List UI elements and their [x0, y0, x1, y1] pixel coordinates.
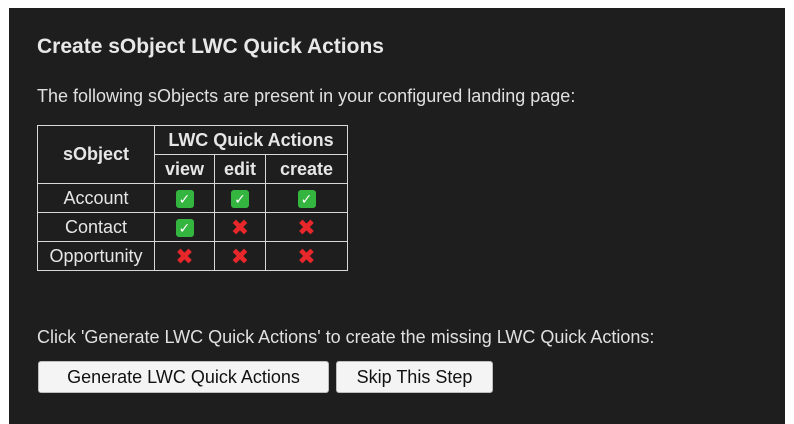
red-cross-icon: ✖ [230, 214, 250, 240]
red-cross-icon: ✖ [297, 243, 316, 269]
status-cell: ✖ [265, 212, 348, 242]
green-checkmark-icon: ✓ [175, 218, 194, 237]
green-checkmark-icon: ✓ [231, 189, 249, 208]
create-header: create [265, 154, 348, 184]
lwc-quick-actions-header: LWC Quick Actions [154, 125, 348, 155]
status-cell: ✖ [214, 241, 266, 271]
green-checkmark-icon: ✓ [175, 189, 194, 208]
page-title: Create sObject LWC Quick Actions [37, 35, 384, 58]
table-row: Account ✓ ✓ ✓ [37, 183, 348, 213]
table-row: Opportunity ✖ ✖ ✖ [37, 241, 348, 271]
instruction-text: Click 'Generate LWC Quick Actions' to cr… [37, 327, 655, 347]
green-checkmark-icon: ✓ [297, 189, 316, 208]
skip-step-button[interactable]: Skip This Step [336, 361, 493, 393]
quick-actions-table: sObject LWC Quick Actions view edit crea… [37, 125, 348, 271]
status-cell: ✖ [265, 241, 348, 271]
status-cell: ✖ [214, 212, 266, 242]
red-cross-icon: ✖ [297, 214, 316, 240]
table-row: Contact ✓ ✖ ✖ [37, 212, 348, 242]
intro-text: The following sObjects are present in yo… [37, 86, 576, 106]
sobject-name: Contact [37, 212, 155, 242]
status-cell: ✓ [265, 183, 348, 213]
sobject-header: sObject [37, 125, 155, 184]
status-cell: ✓ [154, 212, 215, 242]
sobject-name: Opportunity [37, 241, 155, 271]
red-cross-icon: ✖ [175, 243, 194, 269]
status-cell: ✓ [214, 183, 266, 213]
red-cross-icon: ✖ [230, 243, 250, 269]
status-cell: ✖ [154, 241, 215, 271]
sobject-name: Account [37, 183, 155, 213]
status-cell: ✓ [154, 183, 215, 213]
generate-lwc-quick-actions-button[interactable]: Generate LWC Quick Actions [38, 361, 329, 393]
edit-header: edit [214, 154, 266, 184]
quick-actions-panel: Create sObject LWC Quick Actions The fol… [9, 8, 785, 424]
view-header: view [154, 154, 215, 184]
